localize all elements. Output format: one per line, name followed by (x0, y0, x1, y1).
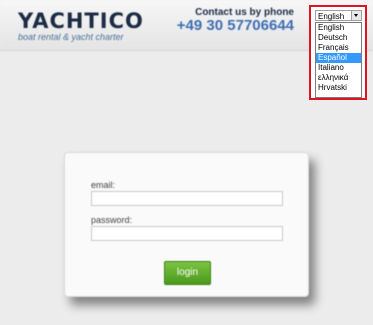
language-option-deutsch[interactable]: Deutsch (316, 33, 361, 43)
logo-text: YACHTICO (18, 9, 144, 33)
password-field[interactable] (91, 226, 283, 241)
logo-tagline: boat rental & yacht charter (18, 32, 124, 42)
password-label: password: (91, 215, 133, 225)
language-option-greek[interactable]: ελληνικά (316, 73, 361, 83)
language-select-highlight: English English Deutsch Français Español… (309, 5, 367, 100)
language-dropdown-list: English Deutsch Français Español Italian… (315, 22, 362, 98)
language-option-espanol[interactable]: Español (316, 53, 361, 63)
yachtico-logo[interactable]: YACHTICO (18, 9, 144, 33)
login-button[interactable]: login (164, 261, 211, 285)
language-option-italiano[interactable]: Italiano (316, 63, 361, 73)
language-select[interactable]: English (315, 10, 362, 21)
email-label: email: (91, 180, 116, 190)
email-field[interactable] (91, 191, 283, 206)
language-option-english[interactable]: English (316, 23, 361, 33)
language-option-francais[interactable]: Français (316, 43, 361, 53)
login-card: email: password: login (64, 152, 309, 297)
chevron-down-icon[interactable] (351, 11, 361, 20)
language-option-hrvatski[interactable]: Hrvatski (316, 83, 361, 93)
language-select-value: English (318, 12, 345, 21)
phone-number: +49 30 57706644 (176, 17, 294, 34)
